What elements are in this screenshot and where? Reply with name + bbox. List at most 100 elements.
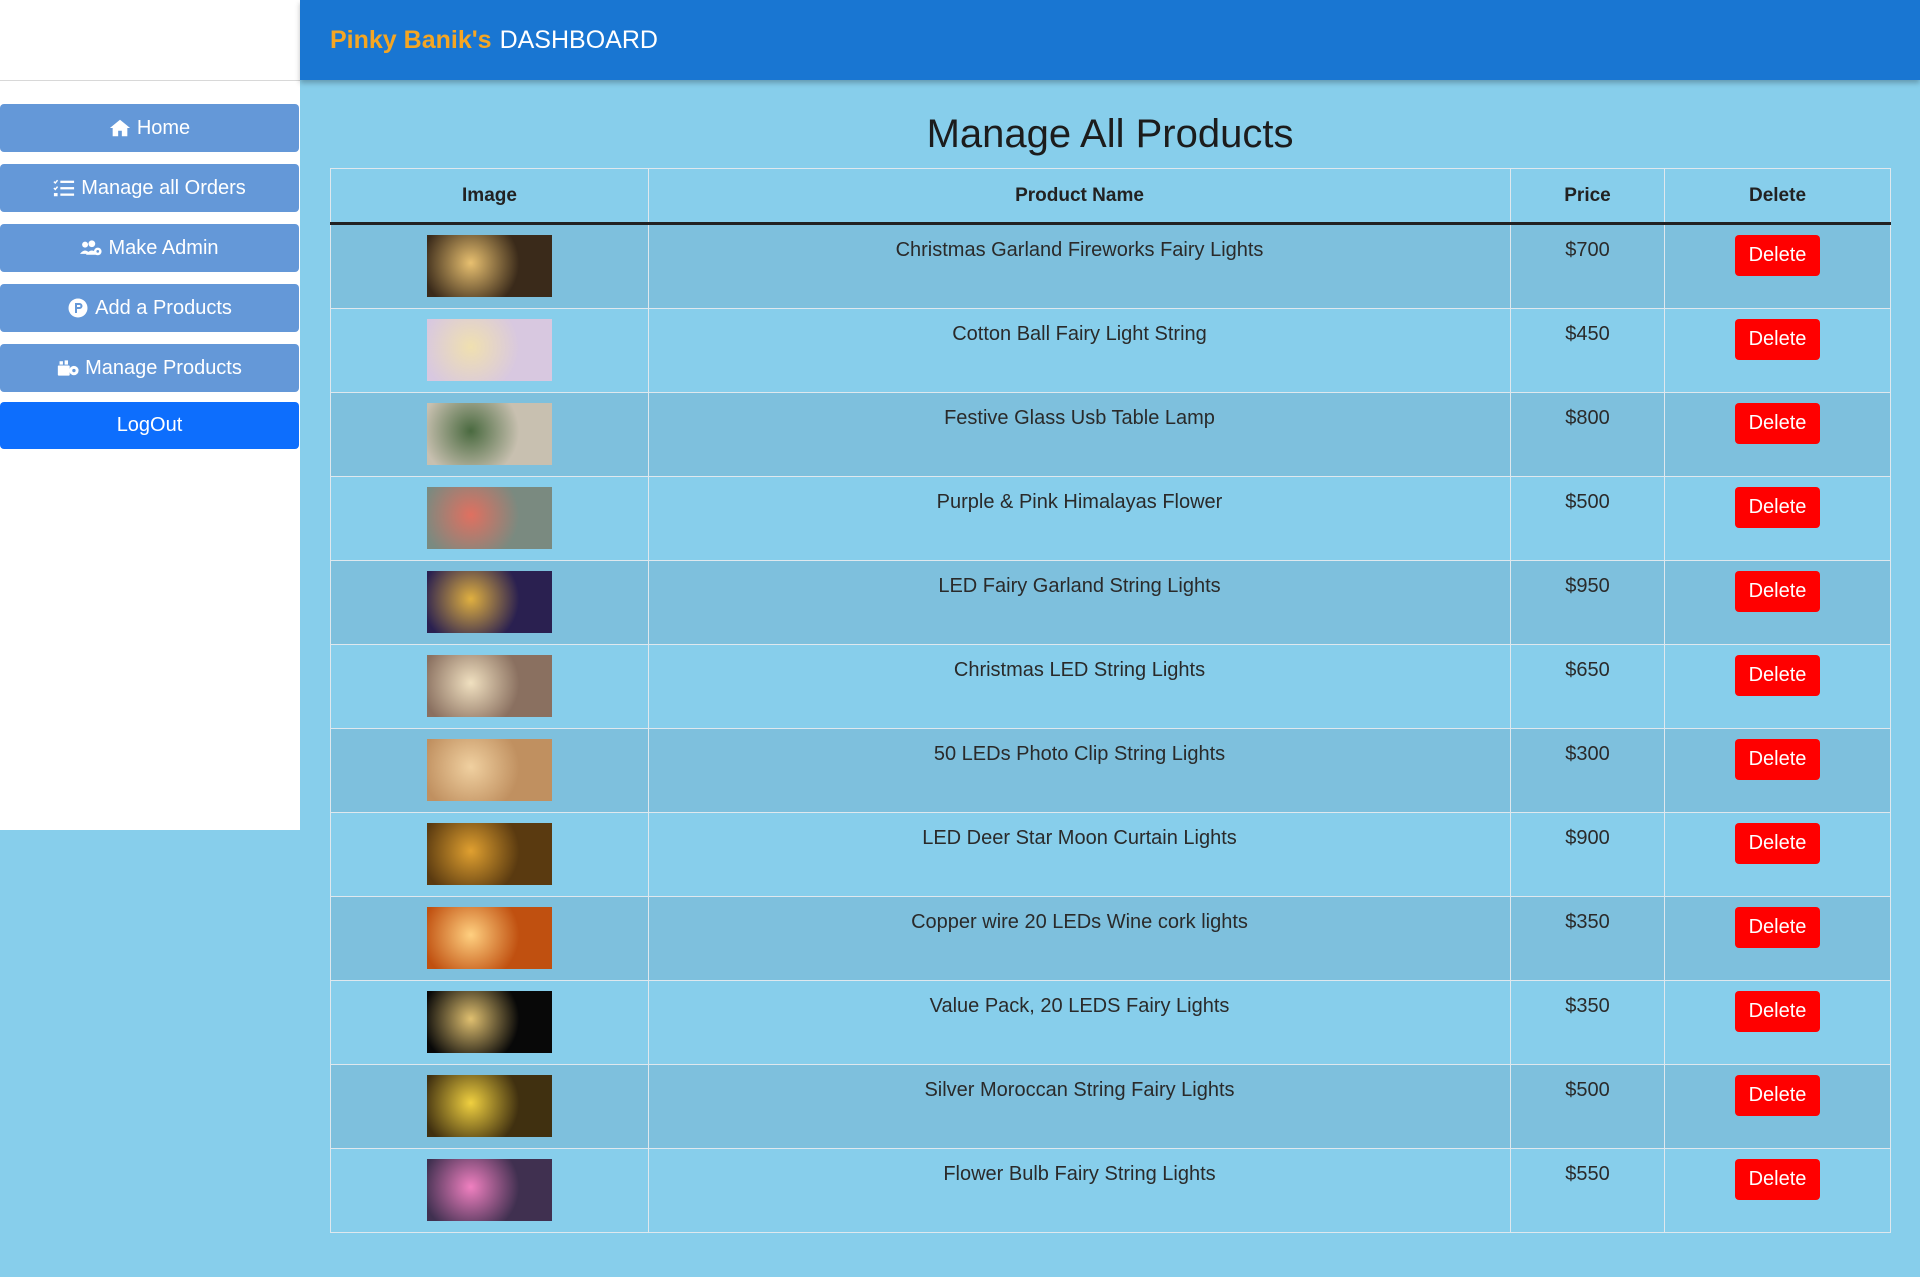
home-icon xyxy=(109,119,130,137)
product-name-cell: Cotton Ball Fairy Light String xyxy=(648,308,1511,393)
table-row: Christmas Garland Fireworks Fairy Lights… xyxy=(330,223,1891,309)
product-price-cell: $500 xyxy=(1510,476,1665,561)
delete-button[interactable]: Delete xyxy=(1734,487,1821,528)
dashboard-title: DASHBOARD xyxy=(499,25,658,54)
sidebar-item-label: Home xyxy=(136,116,191,139)
product-price-cell: $800 xyxy=(1510,392,1665,477)
product-name: 50 LEDs Photo Clip String Lights xyxy=(933,743,1226,765)
sidebar-item-home[interactable]: Home xyxy=(0,104,299,152)
product-name: Value Pack, 20 LEDS Fairy Lights xyxy=(929,995,1230,1017)
product-name-cell: Silver Moroccan String Fairy Lights xyxy=(648,1064,1511,1149)
delete-button[interactable]: Delete xyxy=(1734,403,1821,444)
product-name-cell: Flower Bulb Fairy String Lights xyxy=(648,1148,1511,1233)
table-row: 50 LEDs Photo Clip String Lights $300 Dele… xyxy=(330,728,1891,813)
table-row: Silver Moroccan String Fairy Lights $500 D… xyxy=(330,1064,1891,1149)
sidebar-item-label: Manage all Orders xyxy=(81,176,246,199)
delete-button[interactable]: Delete xyxy=(1734,1159,1821,1200)
product-image-cell xyxy=(330,392,649,477)
delete-cell: Delete xyxy=(1664,980,1891,1065)
product-thumbnail xyxy=(427,823,552,885)
product-price: $550 xyxy=(1565,1163,1610,1185)
delete-button[interactable]: Delete xyxy=(1734,907,1821,948)
column-header-delete: Delete xyxy=(1664,168,1891,225)
delete-button[interactable]: Delete xyxy=(1734,319,1821,360)
product-image-cell xyxy=(330,560,649,645)
product-name: LED Fairy Garland String Lights xyxy=(938,575,1221,597)
logout-button[interactable]: LogOut xyxy=(0,402,299,449)
table-row: Festive Glass Usb Table Lamp $800 Delete xyxy=(330,392,1891,477)
product-name: Christmas Garland Fireworks Fairy Lights xyxy=(895,239,1264,261)
product-price: $700 xyxy=(1565,239,1610,261)
delete-cell: Delete xyxy=(1664,223,1891,309)
product-name: Copper wire 20 LEDs Wine cork lights xyxy=(911,911,1248,933)
column-header-price: Price xyxy=(1510,168,1665,225)
product-name-cell: Christmas Garland Fireworks Fairy Lights xyxy=(648,223,1511,309)
sidebar-item-label: Add a Products xyxy=(95,296,232,319)
table-header-row: Image Product Name Price Delete xyxy=(330,168,1891,225)
table-row: LED Deer Star Moon Curtain Lights $900 Del… xyxy=(330,812,1891,897)
sidebar-item-make-admin[interactable]: Make Admin xyxy=(0,224,299,272)
product-name-cell: Christmas LED String Lights xyxy=(648,644,1511,729)
product-price: $450 xyxy=(1565,323,1610,345)
product-thumbnail xyxy=(427,739,552,801)
product-name: Christmas LED String Lights xyxy=(953,659,1206,681)
delete-cell: Delete xyxy=(1664,560,1891,645)
delete-cell: Delete xyxy=(1664,476,1891,561)
product-name-cell: Purple & Pink Himalayas Flower xyxy=(648,476,1511,561)
product-image-cell xyxy=(330,1064,649,1149)
product-name-cell: LED Fairy Garland String Lights xyxy=(648,560,1511,645)
product-name-cell: 50 LEDs Photo Clip String Lights xyxy=(648,728,1511,813)
sidebar-top xyxy=(0,0,300,81)
product-name: LED Deer Star Moon Curtain Lights xyxy=(922,827,1237,849)
product-price: $350 xyxy=(1565,995,1610,1017)
product-price: $500 xyxy=(1565,491,1610,513)
delete-button[interactable]: Delete xyxy=(1734,739,1821,780)
sidebar-item-manage-orders[interactable]: Manage all Orders xyxy=(0,164,299,212)
list-check-icon xyxy=(53,179,75,197)
delete-cell: Delete xyxy=(1664,812,1891,897)
delete-button[interactable]: Delete xyxy=(1734,655,1821,696)
delete-button[interactable]: Delete xyxy=(1734,991,1821,1032)
product-price: $950 xyxy=(1565,575,1610,597)
product-image-cell xyxy=(330,476,649,561)
product-name: Festive Glass Usb Table Lamp xyxy=(944,407,1215,429)
column-header-product-name: Product Name xyxy=(648,168,1511,225)
table-row: Purple & Pink Himalayas Flower $500 Delete xyxy=(330,476,1891,561)
product-thumbnail xyxy=(427,1159,552,1221)
product-image-cell xyxy=(330,644,649,729)
sidebar-item-add-product[interactable]: Add a Products xyxy=(0,284,299,332)
product-price-cell: $900 xyxy=(1510,812,1665,897)
product-image-cell xyxy=(330,980,649,1065)
product-price-cell: $500 xyxy=(1510,1064,1665,1149)
delete-cell: Delete xyxy=(1664,1148,1891,1233)
users-cog-icon xyxy=(80,240,103,256)
product-price-cell: $300 xyxy=(1510,728,1665,813)
product-price: $800 xyxy=(1565,407,1610,429)
product-thumbnail xyxy=(427,487,552,549)
product-thumbnail xyxy=(427,319,552,381)
product-image-cell xyxy=(330,1148,649,1233)
delete-button[interactable]: Delete xyxy=(1734,1075,1821,1116)
product-hunt-icon xyxy=(68,298,88,318)
product-image-cell xyxy=(330,896,649,981)
delete-button[interactable]: Delete xyxy=(1734,823,1821,864)
delete-button[interactable]: Delete xyxy=(1734,235,1821,276)
product-image-cell xyxy=(330,728,649,813)
table-row: Flower Bulb Fairy String Lights $550 Delet… xyxy=(330,1148,1891,1233)
delete-button[interactable]: Delete xyxy=(1734,571,1821,612)
product-image-cell xyxy=(330,308,649,393)
table-row: Value Pack, 20 LEDS Fairy Lights $350 Dele… xyxy=(330,980,1891,1065)
product-price-cell: $700 xyxy=(1510,223,1665,309)
sidebar-item-label: Manage Products xyxy=(85,356,242,379)
product-thumbnail xyxy=(427,571,552,633)
page-title: Manage All Products xyxy=(926,112,1294,156)
product-price-cell: $650 xyxy=(1510,644,1665,729)
sidebar-nav: Home Manage all Orders Make Admin Add a … xyxy=(0,104,300,449)
table-row: Cotton Ball Fairy Light String $450 Delete xyxy=(330,308,1891,393)
product-price-cell: $350 xyxy=(1510,980,1665,1065)
product-price-cell: $550 xyxy=(1510,1148,1665,1233)
sidebar: Home Manage all Orders Make Admin Add a … xyxy=(0,0,300,830)
sidebar-item-manage-products[interactable]: Manage Products xyxy=(0,344,299,392)
top-header: Pinky Banik's DASHBOARD xyxy=(300,0,1920,80)
product-thumbnail xyxy=(427,907,552,969)
